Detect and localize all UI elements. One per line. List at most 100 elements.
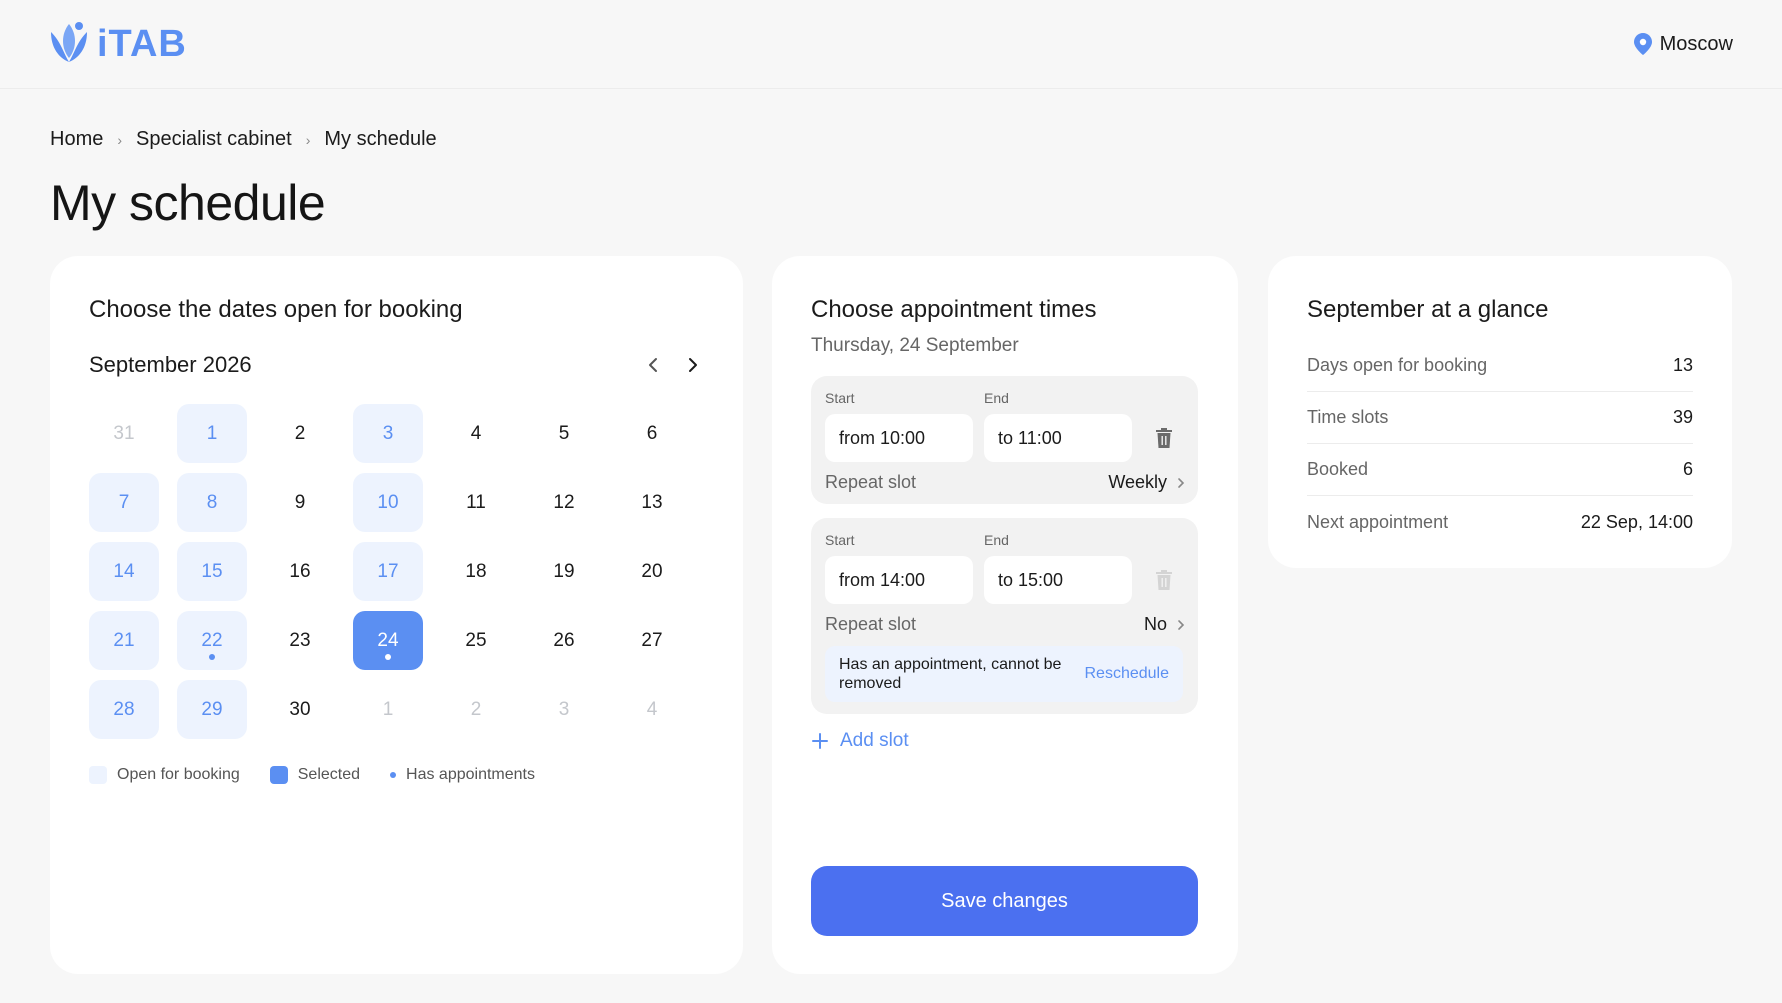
notice-text: Has an appointment, cannot be removed [839, 656, 1062, 692]
repeat-slot-label: Repeat slot [825, 614, 917, 634]
trash-icon[interactable] [1155, 428, 1173, 448]
chevron-right-icon [1178, 619, 1185, 630]
legend-selected-label: Selected [297, 766, 361, 783]
calendar-day[interactable]: 10 [353, 473, 423, 532]
save-changes-button[interactable]: Save changes [811, 866, 1198, 936]
trash-disabled-icon [1156, 570, 1172, 590]
chevron-right-icon [1178, 477, 1185, 488]
calendar-day-number: 1 [382, 698, 394, 720]
legend-appointments-label: Has appointments [406, 766, 535, 783]
calendar-day-number: 4 [470, 422, 482, 444]
calendar-day[interactable]: 30 [265, 680, 335, 739]
calendar-day-number: 20 [641, 560, 663, 582]
calendar-day[interactable]: 14 [89, 542, 159, 601]
calendar-day-number: 2 [470, 698, 482, 720]
calendar-day-number: 6 [646, 422, 658, 444]
calendar-day[interactable]: 16 [265, 542, 335, 601]
calendar-day-number: 30 [289, 698, 311, 720]
calendar-day[interactable]: 13 [617, 473, 687, 532]
prev-month-button[interactable] [642, 354, 664, 376]
calendar-day-number: 3 [382, 422, 394, 444]
stat-label: Booked [1307, 459, 1369, 479]
calendar-day[interactable]: 1 [177, 404, 247, 463]
appointment-notice: Has an appointment, cannot be removed Re… [825, 646, 1183, 702]
calendar-day[interactable]: 4 [441, 404, 511, 463]
calendar-day[interactable]: 26 [529, 611, 599, 670]
start-label: Start [825, 532, 855, 548]
start-label: Start [825, 390, 855, 406]
repeat-slot-value[interactable]: No [1144, 614, 1185, 635]
calendar-grid: 31 1 2 3 4 5 6 7 8 9 10 11 12 13 14 15 16 17 18 19 20 21 22 23 2… [89, 404, 687, 739]
calendar-day[interactable]: 3 [353, 404, 423, 463]
breadcrumb-home[interactable]: Home [50, 128, 103, 151]
calendar-day[interactable]: 20 [617, 542, 687, 601]
repeat-slot-row[interactable]: Repeat slot Weekly [825, 472, 1185, 493]
appointment-dot-icon [385, 654, 391, 660]
end-time-input[interactable]: to 11:00 [984, 414, 1132, 462]
calendar-day-number: 14 [113, 560, 135, 582]
calendar-day: 2 [441, 680, 511, 739]
calendar-day[interactable]: 18 [441, 542, 511, 601]
calendar-day[interactable]: 25 [441, 611, 511, 670]
time-slot: Start End from 10:00 to 11:00 Repeat slo… [811, 376, 1198, 504]
city-selector[interactable]: Moscow [1633, 32, 1733, 56]
calendar-day-number: 1 [206, 422, 218, 444]
add-slot-button[interactable]: Add slot [812, 730, 909, 752]
stat-value: 13 [1672, 355, 1693, 375]
calendar-day-number: 17 [377, 560, 399, 582]
calendar-day[interactable]: 17 [353, 542, 423, 601]
calendar-day[interactable]: 2 [265, 404, 335, 463]
calendar-day-number: 15 [201, 560, 223, 582]
calendar-legend: Open for booking Selected Has appointmen… [89, 766, 535, 784]
calendar-day[interactable]: 11 [441, 473, 511, 532]
calendar-day[interactable]: 21 [89, 611, 159, 670]
calendar-day[interactable]: 27 [617, 611, 687, 670]
glance-card-title: September at a glance [1307, 296, 1549, 323]
repeat-value-text: No [1143, 614, 1167, 634]
stat-value: 39 [1672, 407, 1693, 427]
calendar-day[interactable]: 28 [89, 680, 159, 739]
logo[interactable]: iTAB [49, 22, 187, 66]
legend-appointments: Has appointments [390, 766, 535, 784]
calendar-day[interactable]: 23 [265, 611, 335, 670]
time-slot: Start End from 14:00 to 15:00 Repeat slo… [811, 518, 1198, 714]
start-time-input[interactable]: from 10:00 [825, 414, 973, 462]
calendar-day[interactable]: 12 [529, 473, 599, 532]
breadcrumb-specialist-cabinet[interactable]: Specialist cabinet [136, 128, 292, 151]
chevron-right-icon [689, 358, 697, 372]
start-time-input[interactable]: from 14:00 [825, 556, 973, 604]
calendar-day[interactable]: 8 [177, 473, 247, 532]
calendar-day[interactable]: 22 [177, 611, 247, 670]
calendar-day-number: 24 [377, 629, 399, 651]
calendar-day[interactable]: 15 [177, 542, 247, 601]
breadcrumb: Home › Specialist cabinet › My schedule [50, 128, 437, 151]
appointment-dot-icon [209, 654, 215, 660]
repeat-slot-row[interactable]: Repeat slot No [825, 614, 1185, 635]
month-nav [642, 354, 704, 376]
calendar-day[interactable]: 19 [529, 542, 599, 601]
calendar-day[interactable]: 9 [265, 473, 335, 532]
september-glance-card: September at a glance Days open for book… [1268, 256, 1732, 568]
calendar-day-number: 21 [113, 629, 135, 651]
calendar-day[interactable]: 7 [89, 473, 159, 532]
month-label: September 2026 [89, 352, 252, 377]
open-swatch [89, 766, 107, 784]
calendar-day[interactable]: 6 [617, 404, 687, 463]
calendar-day[interactable]: 29 [177, 680, 247, 739]
legend-selected: Selected [269, 766, 361, 784]
end-time-input[interactable]: to 15:00 [984, 556, 1132, 604]
calendar-day-number: 26 [553, 629, 575, 651]
calendar-day-number: 31 [113, 422, 135, 444]
next-month-button[interactable] [682, 354, 704, 376]
repeat-slot-value[interactable]: Weekly [1108, 472, 1185, 493]
city-label: Moscow [1659, 32, 1733, 55]
calendar-day-number: 8 [206, 491, 218, 513]
reschedule-link[interactable]: Reschedule [1085, 665, 1170, 683]
calendar-day[interactable]: 5 [529, 404, 599, 463]
breadcrumb-my-schedule: My schedule [324, 128, 437, 150]
times-card-title: Choose appointment times [811, 296, 1097, 323]
calendar-day-selected[interactable]: 24 [353, 611, 423, 670]
month-header: September 2026 [89, 352, 704, 378]
stat-value: 6 [1682, 459, 1693, 479]
chevron-left-icon [649, 358, 657, 372]
